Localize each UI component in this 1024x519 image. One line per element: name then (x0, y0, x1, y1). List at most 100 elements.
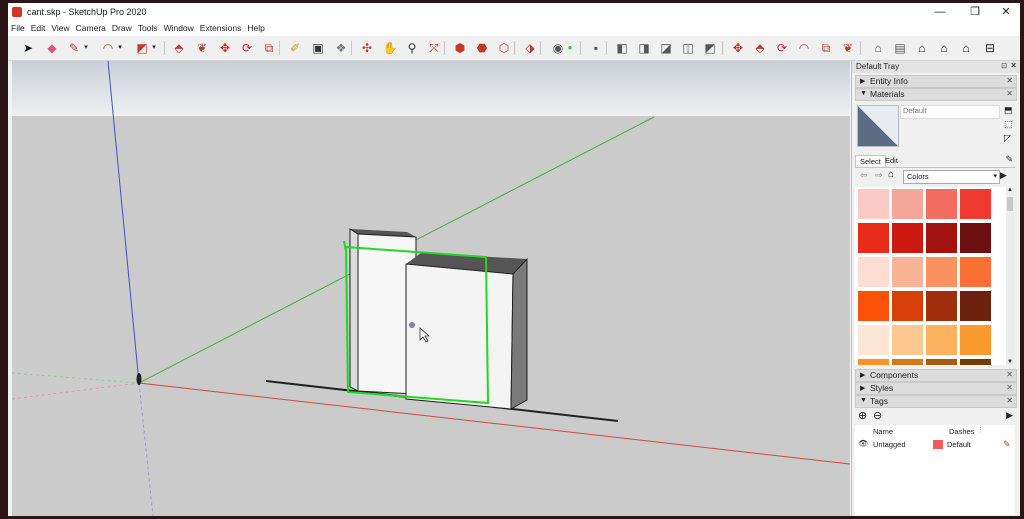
material-swatch[interactable] (892, 291, 923, 321)
line-dropdown-icon[interactable]: ▾ (82, 40, 90, 56)
pin-icon[interactable]: ⊡ (1001, 62, 1007, 70)
follow-me-2-icon[interactable]: ◠ (796, 40, 812, 56)
move-tool-icon[interactable]: ✥ (217, 40, 233, 56)
material-swatch[interactable] (926, 325, 957, 355)
swatch-scrollbar[interactable]: ▲ ▼ (1006, 187, 1014, 365)
material-swatch[interactable] (892, 189, 923, 219)
rectangle-tool-icon[interactable]: ◩ (134, 40, 150, 56)
material-swatch[interactable] (960, 223, 991, 253)
house-section-icon[interactable]: ▤ (892, 40, 908, 56)
warehouse-home-icon[interactable]: ⊟ (982, 40, 998, 56)
pan-tool-icon[interactable]: ✋ (382, 40, 398, 56)
tape-measure-tool-icon[interactable]: ✐ (287, 40, 303, 56)
details-arrow-icon[interactable]: ▶ (1000, 170, 1007, 181)
paint-bucket-tool-icon[interactable]: ❖ (333, 40, 349, 56)
home-icon[interactable]: ⌂ (888, 169, 894, 180)
tags-section-header[interactable]: ▼ Tags ✕ (855, 395, 1017, 408)
add-tag-icon[interactable]: ⊕ (858, 409, 867, 422)
scroll-up-icon[interactable]: ▲ (1007, 187, 1013, 193)
delete-tag-icon[interactable]: ⊖ (873, 409, 882, 422)
user-account-icon[interactable]: ◉ (550, 40, 566, 56)
material-swatch[interactable] (858, 257, 889, 287)
materials-section-header[interactable]: ▼ Materials ✕ (855, 88, 1017, 101)
menu-edit[interactable]: Edit (28, 21, 49, 33)
default-material-icon[interactable]: ⬒ (1004, 105, 1013, 116)
menu-draw[interactable]: Draw (109, 21, 135, 33)
menu-file[interactable]: File (8, 21, 28, 33)
menu-window[interactable]: Window (161, 21, 197, 33)
material-swatch[interactable] (926, 291, 957, 321)
warehouse-icon[interactable]: ⬢ (452, 40, 468, 56)
material-swatch[interactable] (892, 325, 923, 355)
material-swatch[interactable] (858, 325, 889, 355)
minimize-button[interactable]: — (925, 5, 955, 19)
arc-tool-icon[interactable]: ◠ (100, 40, 116, 56)
push-pull-2-icon[interactable]: ⬘ (752, 40, 768, 56)
components-section-header[interactable]: ▶ Components ✕ (855, 369, 1017, 382)
entity-info-close-icon[interactable]: ✕ (1006, 76, 1013, 85)
iso-view-icon[interactable]: ▪ (588, 40, 604, 56)
scale-2-icon[interactable]: ⧉ (818, 40, 834, 56)
material-swatch[interactable] (926, 257, 957, 287)
share-model-icon[interactable]: ⬡ (496, 40, 512, 56)
material-swatch[interactable] (960, 257, 991, 287)
table-row[interactable]: 👁 Untagged Default ✎ (855, 439, 1015, 451)
material-swatch[interactable] (858, 291, 889, 321)
extension-manager-icon[interactable]: ⬗ (522, 40, 538, 56)
menu-extensions[interactable]: Extensions (197, 21, 245, 33)
front-view-icon[interactable]: ◨ (636, 40, 652, 56)
material-swatch[interactable] (926, 189, 957, 219)
top-view-icon[interactable]: ◧ (614, 40, 630, 56)
follow-me-tool-icon[interactable]: ❦ (194, 40, 210, 56)
house-iso-icon[interactable]: ⌂ (870, 40, 886, 56)
sample-paint-icon[interactable]: ✎ (1005, 154, 1013, 165)
styles-close-icon[interactable]: ✕ (1006, 383, 1013, 392)
name-column-header[interactable]: Name (873, 427, 893, 436)
tag-dashes[interactable]: Default (947, 440, 971, 449)
zoom-tool-icon[interactable]: ⚲ (404, 40, 420, 56)
scroll-down-icon[interactable]: ▼ (1007, 359, 1013, 365)
menu-view[interactable]: View (48, 21, 72, 33)
forward-arrow-icon[interactable]: ⇨ (875, 170, 883, 181)
visibility-eye-icon[interactable]: 👁 (858, 439, 868, 448)
house-outline-icon[interactable]: ⌂ (936, 40, 952, 56)
tab-edit[interactable]: Edit (881, 155, 902, 166)
push-pull-tool-icon[interactable]: ⬘ (171, 40, 187, 56)
zoom-extents-tool-icon[interactable]: ⤧ (426, 40, 442, 56)
orbit-tool-icon[interactable]: ✣ (359, 40, 375, 56)
left-view-icon[interactable]: ◩ (702, 40, 718, 56)
material-name-field[interactable]: Default (900, 105, 1000, 119)
back-arrow-icon[interactable]: ⇦ (860, 170, 868, 181)
eraser-tool-icon[interactable]: ◆ (44, 40, 60, 56)
library-select[interactable]: Colors ▾ (903, 170, 1000, 184)
house-side-icon[interactable]: ⌂ (958, 40, 974, 56)
paint-sample-icon[interactable]: ◸ (1004, 133, 1011, 144)
right-view-icon[interactable]: ◪ (658, 40, 674, 56)
rotate-2-icon[interactable]: ⟳ (774, 40, 790, 56)
shape-dropdown-icon[interactable]: ▾ (150, 40, 158, 56)
material-swatch[interactable] (926, 223, 957, 253)
styles-section-header[interactable]: ▶ Styles ✕ (855, 382, 1017, 395)
material-swatch[interactable] (960, 189, 991, 219)
tray-close-icon[interactable]: ✕ (1010, 61, 1017, 70)
rotate-tool-icon[interactable]: ⟳ (239, 40, 255, 56)
menu-help[interactable]: Help (244, 21, 267, 33)
move-tool-2-icon[interactable]: ✥ (730, 40, 746, 56)
material-swatch[interactable] (858, 359, 889, 365)
house-front-icon[interactable]: ⌂ (914, 40, 930, 56)
tags-close-icon[interactable]: ✕ (1006, 396, 1013, 405)
extension-warehouse-icon[interactable]: ⬣ (474, 40, 490, 56)
select-tool-icon[interactable]: ➤ (20, 40, 36, 56)
menu-tools[interactable]: Tools (135, 21, 161, 33)
close-button[interactable]: ✕ (991, 5, 1020, 19)
material-swatch[interactable] (926, 359, 957, 365)
material-swatch[interactable] (960, 291, 991, 321)
material-swatch[interactable] (960, 359, 991, 365)
account-status-icon[interactable]: ● (566, 40, 574, 56)
color-pencil-icon[interactable]: ✎ (1003, 439, 1011, 450)
maximize-button[interactable]: ❐ (960, 5, 990, 19)
text-tool-icon[interactable]: ▣ (310, 40, 326, 56)
material-swatch[interactable] (858, 189, 889, 219)
tags-details-arrow-icon[interactable]: ▶ (1006, 410, 1013, 421)
tag-color-swatch[interactable] (933, 440, 943, 449)
